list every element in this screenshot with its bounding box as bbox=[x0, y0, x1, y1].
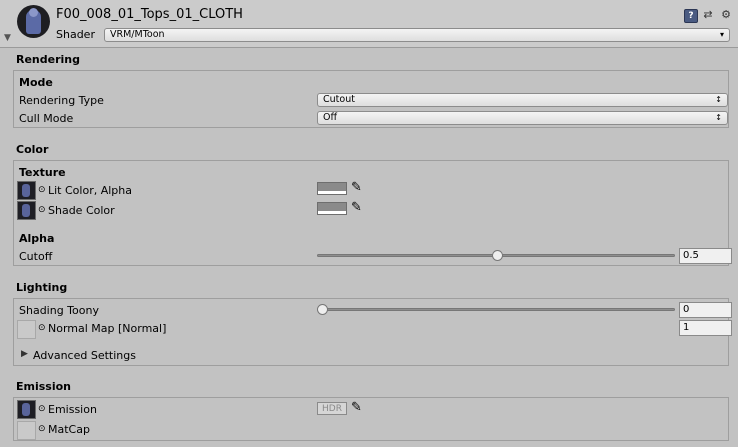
shade-color-label: Shade Color bbox=[48, 204, 115, 217]
object-picker-icon[interactable]: ⊙ bbox=[38, 205, 46, 215]
shading-toony-slider-thumb[interactable] bbox=[317, 304, 328, 315]
eyedropper-icon[interactable]: ✎ bbox=[351, 181, 362, 194]
cutoff-slider-thumb[interactable] bbox=[491, 250, 503, 261]
lit-color-label: Lit Color, Alpha bbox=[48, 184, 132, 197]
emission-box bbox=[13, 397, 729, 441]
shader-dropdown-value: VRM/MToon bbox=[110, 29, 165, 40]
dropdown-arrow-icon: ▾ bbox=[719, 30, 724, 39]
material-preview-icon bbox=[17, 5, 50, 38]
cutoff-value-field[interactable]: 0.5 bbox=[679, 248, 732, 264]
mode-title: Mode bbox=[19, 76, 53, 89]
normal-map-scale-field[interactable]: 1 bbox=[679, 320, 732, 336]
section-title-emission: Emission bbox=[16, 380, 71, 393]
dropdown-arrow-icon: ↕ bbox=[715, 113, 722, 122]
lit-color-swatch[interactable] bbox=[317, 182, 347, 195]
shader-label: Shader bbox=[56, 28, 95, 41]
matcap-texture-slot[interactable] bbox=[17, 421, 36, 440]
cull-mode-value: Off bbox=[323, 112, 338, 123]
object-picker-icon[interactable]: ⊙ bbox=[38, 424, 46, 434]
color-box bbox=[13, 160, 729, 266]
header-foldout-arrow-icon[interactable]: ▼ bbox=[4, 33, 11, 43]
emission-texture-slot[interactable] bbox=[17, 400, 36, 419]
section-title-rendering: Rendering bbox=[16, 53, 80, 66]
section-title-lighting: Lighting bbox=[16, 281, 68, 294]
shader-dropdown[interactable]: VRM/MToon ▾ bbox=[104, 28, 730, 42]
help-icon[interactable]: ? bbox=[684, 9, 698, 23]
emission-hdr-color-field[interactable]: HDR bbox=[317, 402, 347, 415]
cull-mode-dropdown[interactable]: Off ↕ bbox=[317, 111, 728, 125]
alpha-title: Alpha bbox=[19, 232, 55, 245]
preset-icon[interactable]: ⇄ bbox=[702, 9, 714, 21]
shading-toony-label: Shading Toony bbox=[19, 304, 99, 317]
object-picker-icon[interactable]: ⊙ bbox=[38, 323, 46, 333]
rendering-type-dropdown[interactable]: Cutout ↕ bbox=[317, 93, 728, 107]
normal-map-texture-slot[interactable] bbox=[17, 320, 36, 339]
shade-color-swatch[interactable] bbox=[317, 202, 347, 215]
rendering-type-value: Cutout bbox=[323, 94, 355, 105]
gear-icon[interactable]: ⚙ bbox=[720, 9, 732, 21]
rendering-type-label: Rendering Type bbox=[19, 94, 104, 107]
eyedropper-icon[interactable]: ✎ bbox=[351, 401, 362, 414]
normal-map-label: Normal Map [Normal] bbox=[48, 322, 167, 335]
advanced-settings-foldout[interactable]: Advanced Settings bbox=[33, 349, 136, 362]
dropdown-arrow-icon: ↕ bbox=[715, 95, 722, 104]
shade-color-texture-slot[interactable] bbox=[17, 201, 36, 220]
emission-label: Emission bbox=[48, 403, 97, 416]
section-title-color: Color bbox=[16, 143, 49, 156]
shading-toony-value-field[interactable]: 0 bbox=[679, 302, 732, 318]
matcap-label: MatCap bbox=[48, 423, 90, 436]
texture-title: Texture bbox=[19, 166, 66, 179]
object-picker-icon[interactable]: ⊙ bbox=[38, 404, 46, 414]
lit-color-texture-slot[interactable] bbox=[17, 181, 36, 200]
material-title: F00_008_01_Tops_01_CLOTH bbox=[56, 7, 243, 22]
shading-toony-slider-track[interactable] bbox=[317, 308, 675, 311]
cutoff-label: Cutoff bbox=[19, 250, 53, 263]
eyedropper-icon[interactable]: ✎ bbox=[351, 201, 362, 214]
cull-mode-label: Cull Mode bbox=[19, 112, 74, 125]
advanced-foldout-arrow-icon[interactable]: ▶ bbox=[21, 349, 28, 359]
object-picker-icon[interactable]: ⊙ bbox=[38, 185, 46, 195]
